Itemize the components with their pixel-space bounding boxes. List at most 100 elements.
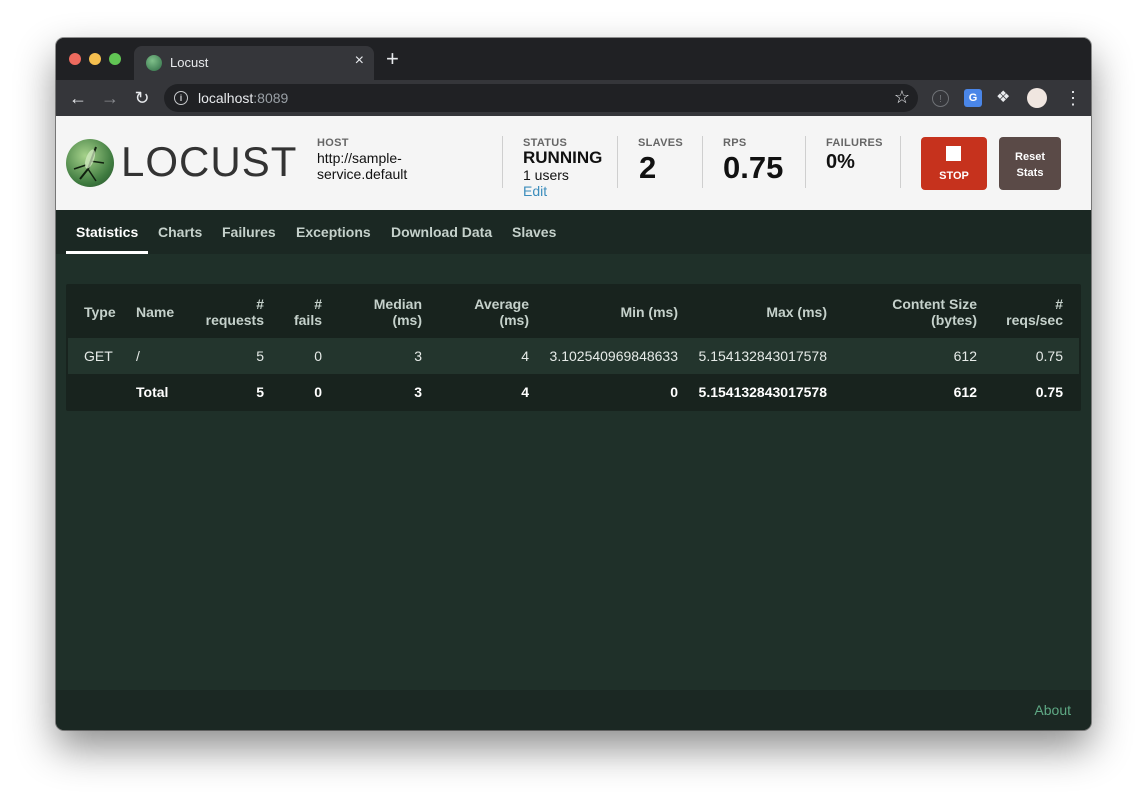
total-max: 5.154132843017578	[698, 384, 827, 400]
info-icon[interactable]: i	[174, 91, 188, 105]
locust-insect-icon	[73, 146, 105, 182]
col-header-rps-line2: reqs/sec	[1006, 312, 1063, 328]
reset-stats-button[interactable]: Reset Stats	[999, 137, 1061, 190]
puzzle-icon[interactable]: ❖	[996, 89, 1014, 107]
translate-icon[interactable]: G	[964, 89, 982, 107]
tab-slaves[interactable]: Slaves	[512, 224, 556, 240]
col-header-name: Name	[136, 304, 175, 320]
col-header-average-line1: Average	[474, 296, 529, 312]
profile-avatar[interactable]	[1027, 88, 1047, 108]
users-count: 1 users	[523, 167, 569, 183]
statistics-panel: Type Name # requests # fails Median (ms)…	[56, 254, 1091, 690]
tab-strip: Locust × +	[56, 38, 1091, 80]
host-value: http://sample-service.default	[317, 150, 408, 182]
col-header-average-line2: (ms)	[499, 312, 529, 328]
col-header-average: Average (ms)	[449, 296, 529, 328]
total-size: 612	[953, 384, 977, 400]
cell-type: GET	[84, 348, 113, 364]
url-text[interactable]: localhost:8089	[198, 90, 288, 106]
close-tab-icon[interactable]: ×	[355, 52, 364, 70]
divider	[805, 136, 806, 188]
total-rps: 0.75	[1035, 384, 1063, 400]
address-bar[interactable]: i localhost:8089 ☆	[164, 84, 918, 112]
menu-icon[interactable]: ⋮	[1064, 89, 1082, 107]
logo-text: LOCUST	[121, 138, 298, 185]
rps-value: 0.75	[723, 150, 784, 185]
browser-tab[interactable]: Locust ×	[134, 46, 374, 80]
new-tab-icon[interactable]: +	[386, 48, 399, 70]
stop-square-icon	[946, 146, 961, 161]
close-window-button[interactable]	[69, 53, 81, 65]
total-label: Total	[136, 384, 169, 400]
failures-label: FAILURES	[826, 137, 883, 149]
reload-icon[interactable]: ↻	[130, 86, 154, 110]
locust-logo-icon	[66, 139, 114, 187]
col-header-median-line2: (ms)	[392, 312, 422, 328]
total-median: 3	[414, 384, 422, 400]
col-header-type: Type	[84, 304, 116, 320]
total-average: 4	[521, 384, 529, 400]
host-label: HOST	[317, 137, 349, 149]
url-host: localhost	[198, 90, 254, 106]
cell-size: 612	[953, 348, 977, 364]
tab-exceptions[interactable]: Exceptions	[296, 224, 371, 240]
stats-table: Type Name # requests # fails Median (ms)…	[66, 284, 1081, 411]
maximize-window-button[interactable]	[109, 53, 121, 65]
minimize-window-button[interactable]	[89, 53, 101, 65]
browser-window: Locust × + ← → ↻ i localhost:8089 ☆ ! G …	[56, 38, 1091, 730]
tab-failures[interactable]: Failures	[222, 224, 276, 240]
locust-favicon-icon	[146, 55, 162, 71]
col-header-size-line1: Content Size	[892, 296, 977, 312]
browser-toolbar: ← → ↻ i localhost:8089 ☆ ! G ❖ ⋮	[56, 80, 1091, 116]
total-min: 0	[670, 384, 678, 400]
about-link[interactable]: About	[1034, 702, 1071, 718]
rps-label: RPS	[723, 137, 747, 149]
col-header-size-line2: (bytes)	[931, 312, 977, 328]
cell-average: 4	[521, 348, 529, 364]
reset-label-line-1: Reset	[1015, 151, 1045, 163]
divider	[617, 136, 618, 188]
col-header-max: Max (ms)	[766, 304, 827, 320]
tab-charts[interactable]: Charts	[158, 224, 202, 240]
reset-label-line-2: Stats	[1016, 167, 1044, 179]
main-nav: Statistics Charts Failures Exceptions Do…	[56, 210, 1091, 254]
total-requests: 5	[256, 384, 264, 400]
bookmark-star-icon[interactable]: ☆	[894, 87, 910, 108]
cell-min: 3.102540969848633	[549, 348, 678, 364]
cell-requests: 5	[256, 348, 264, 364]
col-header-fails-line2: fails	[293, 312, 322, 328]
stop-button[interactable]: STOP	[921, 137, 987, 190]
cell-fails: 0	[314, 348, 322, 364]
cell-rps: 0.75	[1035, 348, 1063, 364]
failures-value: 0%	[826, 151, 855, 173]
tab-statistics[interactable]: Statistics	[76, 224, 138, 240]
edit-users-link[interactable]: Edit	[523, 183, 547, 199]
slaves-value: 2	[639, 150, 657, 185]
extension-icon[interactable]: !	[932, 90, 949, 107]
tab-title: Locust	[170, 55, 209, 70]
col-header-requests-line1: #	[256, 296, 264, 312]
slaves-label: SLAVES	[638, 137, 683, 149]
total-fails: 0	[314, 384, 322, 400]
cell-max: 5.154132843017578	[698, 348, 827, 364]
col-header-fails: # fails	[272, 296, 322, 328]
col-header-median: Median (ms)	[342, 296, 422, 328]
divider	[702, 136, 703, 188]
divider	[900, 136, 901, 188]
locust-header: LOCUST HOST http://sample-service.defaul…	[56, 116, 1091, 210]
forward-icon[interactable]: →	[98, 86, 122, 110]
divider	[502, 136, 503, 188]
col-header-requests-line2: requests	[205, 312, 264, 328]
stop-label: STOP	[939, 170, 969, 182]
back-icon[interactable]: ←	[66, 86, 90, 110]
col-header-rps-line1: #	[1055, 296, 1063, 312]
col-header-fails-line1: #	[314, 296, 322, 312]
col-header-requests: # requests	[196, 296, 264, 328]
url-port: :8089	[253, 90, 289, 106]
col-header-rps: # reqs/sec	[983, 296, 1063, 328]
tab-download-data[interactable]: Download Data	[391, 224, 492, 240]
cell-name: /	[136, 348, 140, 364]
col-header-content-size: Content Size (bytes)	[867, 296, 977, 328]
status-value: RUNNING	[523, 148, 603, 167]
col-header-min: Min (ms)	[620, 304, 678, 320]
